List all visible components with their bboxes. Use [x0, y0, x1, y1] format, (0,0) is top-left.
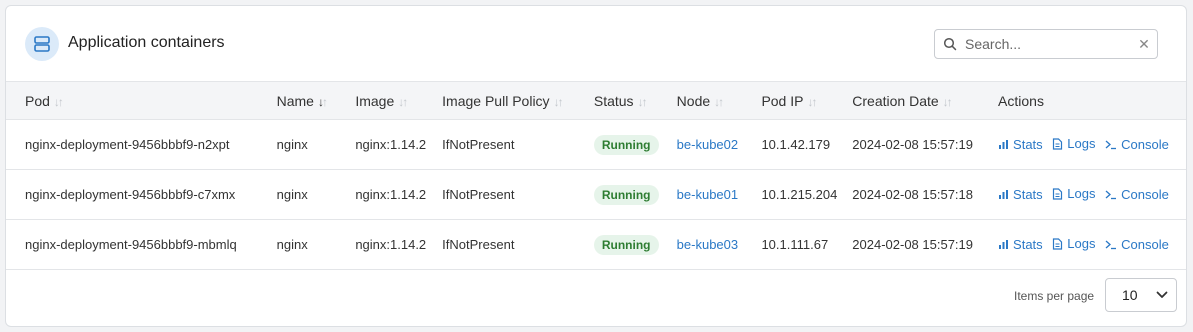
- sort-icon[interactable]: ↓↑: [54, 95, 64, 109]
- pagination-footer: Items per page 10: [6, 278, 1186, 322]
- sort-icon[interactable]: ↓↑: [714, 95, 724, 109]
- search-input[interactable]: [965, 36, 1131, 52]
- pod-cell: nginx-deployment-9456bbbf9-n2xpt: [25, 137, 230, 152]
- pull-policy-cell: IfNotPresent: [442, 237, 515, 252]
- node-cell: be-kube01: [677, 170, 762, 220]
- column-header-actions: Actions: [998, 92, 1044, 109]
- status-cell: Running: [593, 120, 677, 170]
- sort-icon[interactable]: ↓↑: [554, 95, 564, 109]
- creation-date-cell: 2024-02-08 15:57:18: [852, 187, 973, 202]
- image-cell: nginx:1.14.2: [355, 187, 427, 202]
- document-icon: [1053, 238, 1063, 250]
- server-icon: [25, 27, 59, 61]
- column-header-pod-ip[interactable]: Pod IP ↓↑: [761, 82, 852, 120]
- items-per-page-label: Items per page: [1014, 289, 1095, 303]
- items-per-page-select[interactable]: 10: [1105, 278, 1177, 312]
- name-cell: nginx: [276, 237, 308, 252]
- pod-ip-cell: 10.1.111.67: [761, 237, 829, 252]
- actions-cell: Stats Logs Console: [998, 220, 1186, 270]
- table-header-row: Pod ↓↑ Name ↓↑ Image ↓↑ Image Pull Policy ↓↑…: [6, 81, 1186, 120]
- items-per-page-value: 10: [1122, 287, 1138, 303]
- pull-policy-cell: IfNotPresent: [442, 187, 515, 202]
- console-action[interactable]: Console: [1105, 137, 1169, 152]
- actions-cell: Stats Logs Console: [998, 170, 1186, 220]
- pull-policy-cell: IfNotPresent: [442, 137, 515, 152]
- sort-icon[interactable]: ↓↑: [807, 95, 817, 109]
- node-link[interactable]: be-kube01: [677, 187, 738, 202]
- table-row: nginx-deployment-9456bbbf9-n2xpt nginx n…: [6, 120, 1186, 170]
- node-link[interactable]: be-kube03: [677, 237, 738, 252]
- image-cell: nginx:1.14.2: [355, 237, 427, 252]
- image-cell: nginx:1.14.2: [355, 137, 427, 152]
- stats-action[interactable]: Stats: [998, 137, 1043, 152]
- creation-date-cell: 2024-02-08 15:57:19: [852, 237, 973, 252]
- page-title: Application containers: [68, 34, 225, 51]
- document-icon: [1053, 188, 1063, 200]
- status-cell: Running: [593, 220, 677, 270]
- bar-chart-icon: [999, 139, 1009, 149]
- node-link[interactable]: be-kube02: [677, 137, 738, 152]
- sort-icon[interactable]: ↓↑: [943, 95, 953, 109]
- logs-action[interactable]: Logs: [1052, 186, 1095, 201]
- search-box[interactable]: ✕: [934, 29, 1158, 59]
- card-header: Application containers ✕: [6, 6, 1186, 81]
- sort-desc-icon[interactable]: ↓↑: [318, 95, 328, 109]
- sort-icon[interactable]: ↓↑: [638, 95, 648, 109]
- containers-table: Pod ↓↑ Name ↓↑ Image ↓↑ Image Pull Policy ↓↑…: [6, 81, 1186, 270]
- status-cell: Running: [593, 170, 677, 220]
- creation-date-cell: 2024-02-08 15:57:19: [852, 137, 973, 152]
- logs-action[interactable]: Logs: [1052, 136, 1095, 151]
- name-cell: nginx: [276, 187, 308, 202]
- console-action[interactable]: Console: [1105, 187, 1169, 202]
- column-header-image[interactable]: Image ↓↑: [355, 82, 442, 120]
- node-cell: be-kube03: [677, 220, 762, 270]
- node-cell: be-kube02: [677, 120, 762, 170]
- stats-action[interactable]: Stats: [998, 237, 1043, 252]
- document-icon: [1053, 138, 1063, 150]
- column-header-pod[interactable]: Pod ↓↑: [6, 82, 277, 120]
- terminal-icon: [1105, 190, 1117, 199]
- status-badge: Running: [593, 234, 659, 255]
- clear-search-icon[interactable]: ✕: [1131, 36, 1157, 53]
- pod-ip-cell: 10.1.42.179: [761, 137, 831, 152]
- actions-cell: Stats Logs Console: [998, 120, 1186, 170]
- sort-icon[interactable]: ↓↑: [398, 95, 408, 109]
- status-badge: Running: [593, 184, 659, 205]
- bar-chart-icon: [999, 239, 1009, 249]
- bar-chart-icon: [999, 189, 1009, 199]
- terminal-icon: [1105, 240, 1117, 249]
- column-header-creation-date[interactable]: Creation Date ↓↑: [852, 82, 998, 120]
- table-row: nginx-deployment-9456bbbf9-mbmlq nginx n…: [6, 220, 1186, 270]
- chevron-down-icon: [1156, 291, 1168, 298]
- name-cell: nginx: [276, 137, 308, 152]
- application-containers-card: Application containers ✕: [5, 5, 1187, 327]
- pod-cell: nginx-deployment-9456bbbf9-c7xmx: [25, 187, 236, 202]
- table-row: nginx-deployment-9456bbbf9-c7xmx nginx n…: [6, 170, 1186, 220]
- stats-action[interactable]: Stats: [998, 187, 1043, 202]
- logs-action[interactable]: Logs: [1052, 236, 1095, 251]
- pod-cell: nginx-deployment-9456bbbf9-mbmlq: [25, 237, 237, 252]
- console-action[interactable]: Console: [1105, 237, 1169, 252]
- column-header-node[interactable]: Node ↓↑: [677, 82, 762, 120]
- search-icon: [935, 37, 965, 51]
- column-header-image-pull-policy[interactable]: Image Pull Policy ↓↑: [442, 82, 594, 120]
- column-header-name[interactable]: Name ↓↑: [277, 82, 356, 120]
- pod-ip-cell: 10.1.215.204: [761, 187, 838, 202]
- status-badge: Running: [593, 134, 659, 155]
- terminal-icon: [1105, 140, 1117, 149]
- column-header-status[interactable]: Status ↓↑: [594, 82, 677, 120]
